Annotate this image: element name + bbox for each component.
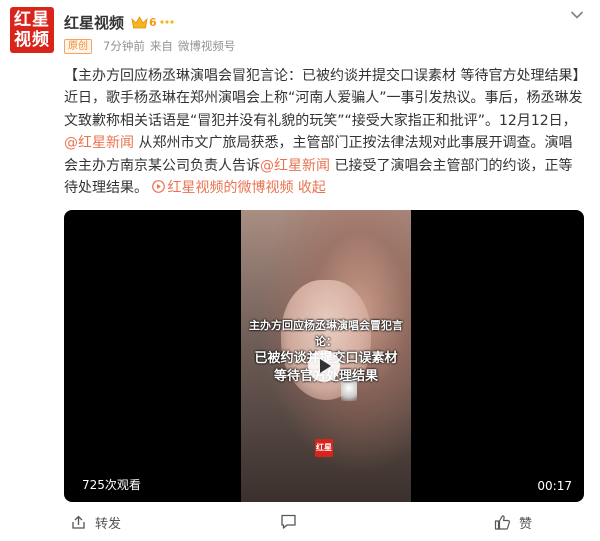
video-link-label: 红星视频的微博视频 bbox=[167, 180, 294, 197]
crown-icon bbox=[131, 15, 148, 28]
forward-icon bbox=[72, 515, 85, 529]
comment-button[interactable] bbox=[280, 513, 305, 530]
forward-label: 转发 bbox=[95, 517, 122, 532]
vip-badge[interactable]: 6 bbox=[131, 14, 175, 31]
post-text: 【主办方回应杨丞琳演唱会冒犯言论：已被约谈并提交口误素材 等待官方处理结果】近日… bbox=[64, 65, 584, 199]
avatar-text-bottom: 视频 bbox=[14, 30, 50, 50]
avatar[interactable]: 红星 视频 bbox=[10, 7, 54, 53]
more-icon bbox=[160, 20, 174, 24]
post-meta: 原创 7分钟前 来自 微博视频号 bbox=[64, 37, 235, 55]
post-time[interactable]: 7分钟前 bbox=[103, 38, 145, 54]
play-icon[interactable] bbox=[308, 350, 340, 382]
source-prefix: 来自 bbox=[149, 39, 173, 53]
mention-link[interactable]: @红星新闻 bbox=[64, 135, 134, 151]
mention-link[interactable]: @红星新闻 bbox=[260, 158, 330, 174]
post-source[interactable]: 微博视频号 bbox=[178, 38, 236, 54]
video-player[interactable]: 主办方回应杨丞琳演唱会冒犯言论： 已被约谈并提交口误素材 等待官方处理结果 红星… bbox=[64, 210, 584, 502]
like-button[interactable]: 赞 bbox=[494, 513, 532, 532]
comment-icon bbox=[281, 514, 296, 529]
video-link[interactable]: 红星视频的微博视频 bbox=[152, 180, 293, 196]
like-icon bbox=[494, 515, 510, 530]
video-logo: 红星 bbox=[315, 439, 333, 457]
vip-level: 6 bbox=[149, 15, 157, 29]
post-text-part-1: 【主办方回应杨丞琳演唱会冒犯言论：已被约谈并提交口误素材 等待官方处理结果】近日… bbox=[64, 68, 583, 129]
chevron-down-icon[interactable] bbox=[570, 10, 584, 20]
caption-line-1: 主办方回应杨丞琳演唱会冒犯言论： bbox=[249, 319, 403, 348]
collapse-link[interactable]: 收起 bbox=[298, 180, 326, 196]
original-tag: 原创 bbox=[64, 38, 92, 54]
video-link-icon bbox=[152, 180, 166, 193]
name-row: 红星视频 6 bbox=[64, 11, 175, 33]
post-header: 红星 视频 红星视频 6 原创 7分钟前 来自 微博视频号 bbox=[0, 0, 600, 62]
view-count: 725次观看 bbox=[82, 478, 141, 492]
forward-button[interactable]: 转发 bbox=[70, 513, 121, 532]
action-bar: 转发 赞 bbox=[0, 508, 600, 538]
like-label: 赞 bbox=[519, 517, 533, 532]
user-name[interactable]: 红星视频 bbox=[64, 12, 124, 33]
video-duration: 00:17 bbox=[537, 479, 572, 493]
avatar-text-top: 红星 bbox=[14, 10, 50, 30]
